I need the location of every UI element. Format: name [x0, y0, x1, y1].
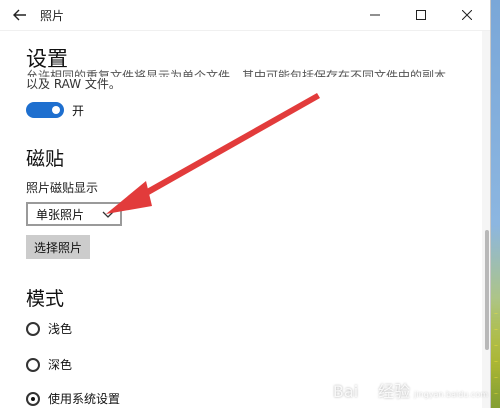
window-title: 照片: [40, 8, 65, 23]
paw-icon: [362, 385, 375, 397]
scrollbar-thumb[interactable]: [485, 230, 489, 350]
minimize-button[interactable]: [352, 0, 398, 30]
back-button[interactable]: [0, 0, 40, 30]
tile-display-label: 照片磁贴显示: [26, 181, 99, 195]
mode-option-light[interactable]: 浅色: [26, 320, 72, 337]
duplicate-files-description: 允许相同的重复文件将显示为单个文件。其中可能包括保存在不同文件中的副本 以及 R…: [26, 69, 466, 91]
tile-display-dropdown[interactable]: 单张照片: [26, 202, 122, 226]
settings-page: 设置 允许相同的重复文件将显示为单个文件。其中可能包括保存在不同文件中的副本 以…: [0, 31, 490, 408]
description-partial-line: 允许相同的重复文件将显示为单个文件。其中可能包括保存在不同文件中的副本: [26, 69, 447, 77]
photos-window: 照片 设置 允许相同的重复文件将显示为单个文件。其中可能包括保存在不同文件中的副…: [0, 0, 490, 408]
duplicates-toggle[interactable]: [26, 102, 64, 118]
toggle-state-label: 开: [72, 104, 85, 118]
choose-photo-button[interactable]: 选择照片: [26, 235, 90, 259]
maximize-icon: [416, 10, 426, 20]
tiles-heading: 磁贴: [26, 148, 65, 170]
back-arrow-icon: [13, 9, 26, 21]
close-icon: [462, 10, 472, 20]
minimize-icon: [370, 14, 380, 16]
description-line: 以及 RAW 文件。: [26, 77, 121, 91]
radio-label: 使用系统设置: [48, 392, 121, 406]
close-button[interactable]: [444, 0, 490, 30]
radio-button[interactable]: [26, 357, 40, 372]
mode-option-system[interactable]: 使用系统设置: [26, 390, 120, 407]
watermark-suffix: 经验: [378, 382, 411, 401]
radio-button-selected[interactable]: [26, 391, 40, 406]
toggle-knob: [52, 106, 60, 114]
radio-label: 浅色: [48, 322, 73, 336]
mode-option-dark[interactable]: 深色: [26, 356, 72, 373]
maximize-button[interactable]: [398, 0, 444, 30]
baidu-watermark: Bai 经验 jingyan.baidu.com: [333, 378, 488, 402]
watermark-url: jingyan.baidu.com: [414, 390, 488, 399]
scrollbar-track[interactable]: [482, 31, 490, 408]
chevron-down-icon: [102, 211, 114, 218]
radio-button[interactable]: [26, 321, 40, 336]
title-bar: 照片: [0, 0, 490, 31]
watermark-brand: Bai: [332, 382, 359, 401]
radio-label: 深色: [48, 358, 73, 372]
dropdown-selected-value: 单张照片: [36, 207, 85, 222]
mode-heading: 模式: [26, 288, 65, 310]
